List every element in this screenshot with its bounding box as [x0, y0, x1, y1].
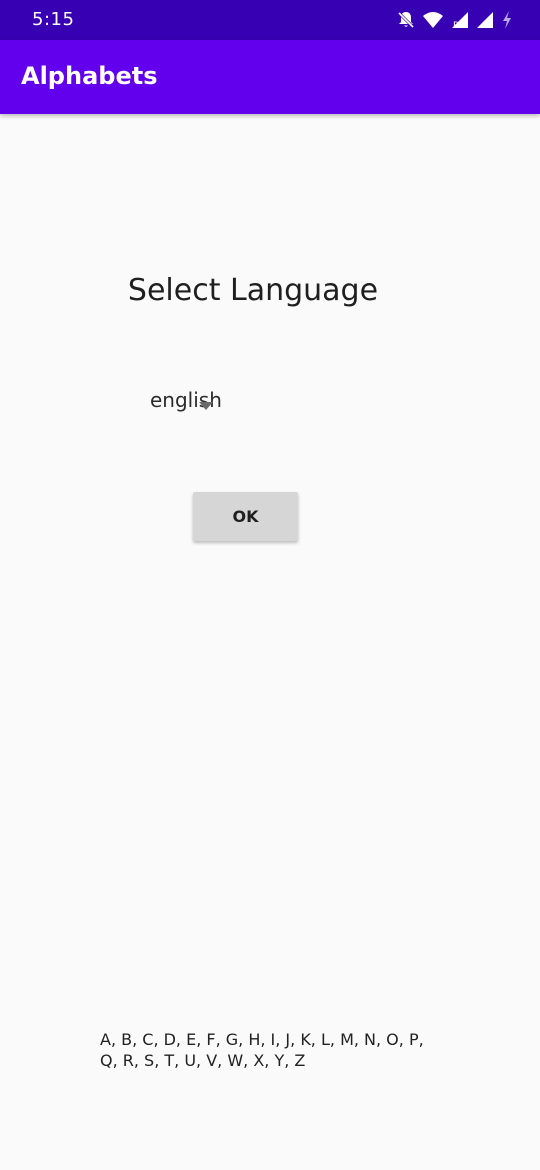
app-bar: Alphabets [0, 40, 540, 114]
alphabet-text: A, B, C, D, E, F, G, H, I, J, K, L, M, N… [100, 1030, 424, 1070]
battery-charging-icon [500, 10, 514, 30]
wifi-icon [422, 11, 444, 29]
select-language-heading: Select Language [127, 273, 379, 308]
language-dropdown[interactable]: english [140, 378, 360, 422]
signal-roaming-icon: R [450, 11, 470, 29]
app-title: Alphabets [21, 62, 158, 90]
svg-text:R: R [453, 21, 459, 29]
status-icons: R [396, 8, 514, 32]
ok-button[interactable]: OK [193, 492, 298, 541]
status-time: 5:15 [32, 9, 75, 30]
bell-off-icon [396, 10, 416, 30]
dropdown-arrow-icon[interactable] [199, 395, 213, 414]
signal-icon [476, 11, 494, 29]
status-bar: 5:15 R [0, 0, 540, 40]
